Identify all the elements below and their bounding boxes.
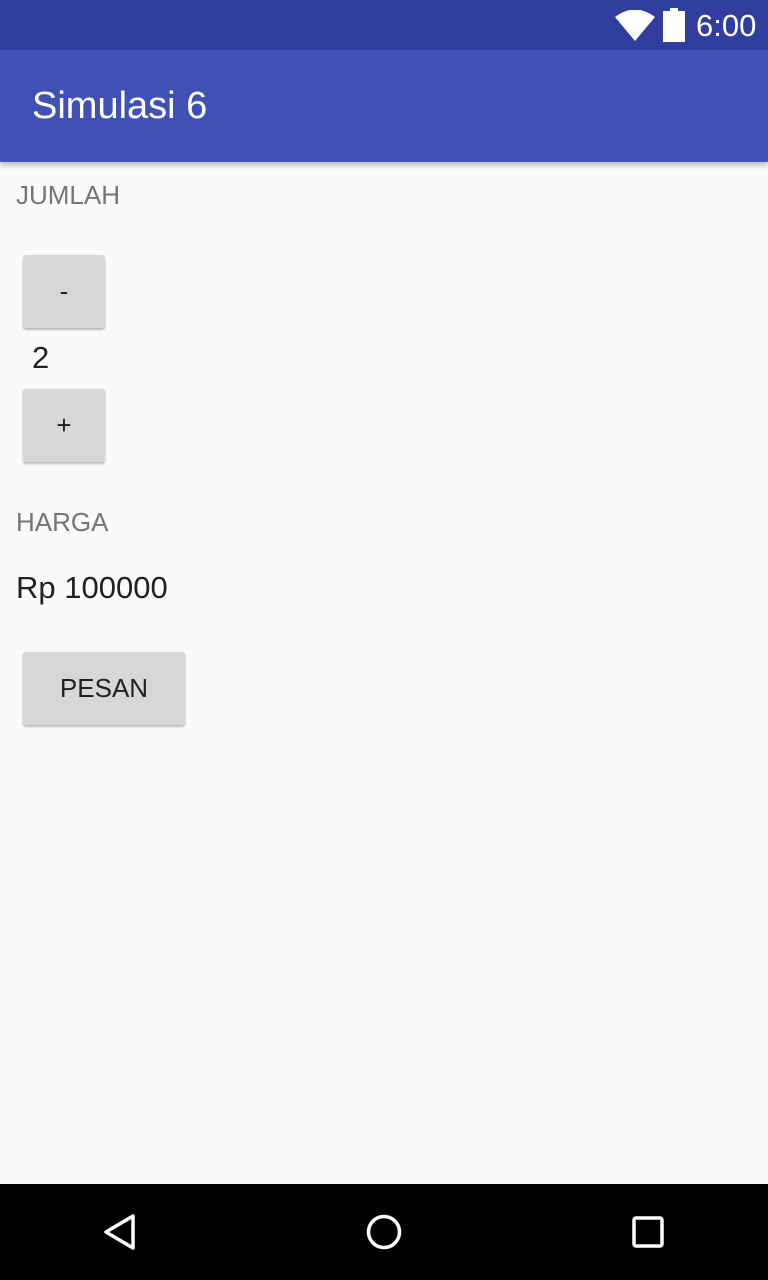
app-title: Simulasi 6 [32, 85, 208, 127]
status-bar: 6:00 [0, 0, 768, 50]
price-value: Rp 100000 [16, 570, 168, 605]
status-time: 6:00 [696, 8, 757, 43]
quantity-value: 2 [32, 340, 50, 375]
app-bar: Simulasi 6 [0, 50, 768, 162]
wifi-icon [615, 10, 655, 41]
app-screen: 6:00 Simulasi 6 JUMLAH - 2 + HARGA Rp 10… [0, 0, 768, 1280]
recents-button[interactable] [600, 1184, 696, 1280]
navigation-bar [0, 1184, 768, 1280]
home-button[interactable] [336, 1184, 432, 1280]
battery-icon [663, 8, 685, 42]
decrement-button[interactable]: - [23, 255, 105, 328]
increment-button[interactable]: + [23, 389, 105, 462]
home-icon [366, 1214, 402, 1250]
price-label: HARGA [16, 507, 109, 537]
back-icon [104, 1214, 135, 1250]
order-button[interactable]: PESAN [23, 652, 185, 725]
recents-icon [632, 1216, 664, 1248]
quantity-label: JUMLAH [16, 180, 121, 210]
back-button[interactable] [72, 1184, 168, 1280]
